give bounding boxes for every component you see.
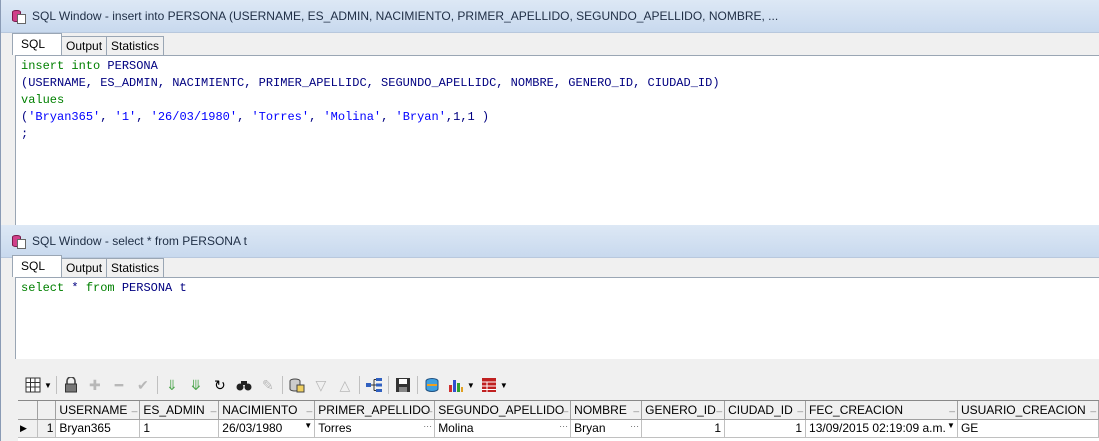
query-icon[interactable] [287, 375, 307, 395]
column-header-username[interactable]: USERNAME _ [55, 401, 141, 420]
toolbar-divider [55, 376, 57, 394]
window-titlebar[interactable]: SQL Window - select * from PERSONA t [1, 225, 1099, 258]
row-number: 1 [37, 419, 57, 438]
results-grid: USERNAME _ ES_ADMIN _ NACIMIENTO _ PRIMER_A… [18, 400, 1099, 441]
tab-sql[interactable]: SQL [12, 255, 63, 277]
grid-toolbar: ▼ ✚ ━ ✔ ⇓ ⤋ ↻ ✎ ▽ △ ▼ ▼ [15, 369, 1099, 401]
toolbar-divider [358, 376, 360, 394]
cell-es-admin[interactable]: 1 [139, 419, 220, 438]
add-icon[interactable]: ✚ [85, 375, 105, 395]
column-sort-handle: _ [797, 402, 804, 413]
clear-icon[interactable]: ✎ [258, 375, 278, 395]
column-sort-handle: _ [949, 402, 955, 413]
down-icon[interactable]: ⇓ [162, 375, 182, 395]
date-dropdown-icon[interactable]: ▼ [304, 421, 312, 430]
cell-nacimiento[interactable]: 26/03/1980 ▼ [218, 419, 316, 438]
column-sort-handle: _ [426, 402, 433, 413]
sql-window-icon [11, 234, 26, 249]
row-indicator-header [18, 401, 39, 420]
chevron-down-icon[interactable]: ▼ [500, 381, 508, 390]
code-line-2: (USERNAME, ES_ADMIN, NACIMIENTC, PRIMER_… [21, 76, 720, 90]
column-sort-handle: _ [716, 402, 723, 413]
column-sort-handle: _ [562, 402, 569, 413]
cell-usuario-creacion[interactable]: GE [957, 419, 1099, 438]
table-icon[interactable] [479, 375, 499, 395]
column-sort-handle: _ [633, 402, 640, 413]
table-row[interactable]: ▶ 1 Bryan365 1 26/03/1980 ▼ Torres ··· Mol… [18, 419, 1099, 438]
filter-icon[interactable]: ▽ [311, 375, 331, 395]
column-sort-handle: _ [1090, 402, 1096, 413]
toolbar-divider [281, 376, 283, 394]
current-row-indicator: ▶ [18, 419, 39, 438]
toolbar-divider [156, 376, 158, 394]
down-all-icon[interactable]: ⤋ [186, 375, 206, 395]
toolbar-divider [416, 376, 418, 394]
results-table: USERNAME _ ES_ADMIN _ NACIMIENTO _ PRIMER_A… [18, 401, 1099, 438]
cell-editor-ellipsis-icon[interactable]: ··· [559, 421, 568, 431]
code-line-4: ('Bryan365', '1', '26/03/1980', 'Torres'… [21, 110, 490, 124]
lock-icon[interactable] [61, 375, 81, 395]
tab-bar: SQL Output Statistics [12, 33, 165, 55]
toolbar-divider [387, 376, 389, 394]
column-header-segundo-apellido[interactable]: SEGUNDO_APELLIDO _ [434, 401, 572, 420]
row-number-header [37, 401, 57, 420]
cell-nombre[interactable]: Bryan ··· [570, 419, 643, 438]
tree-icon[interactable] [364, 375, 384, 395]
find-icon[interactable] [234, 375, 254, 395]
cell-segundo-apellido[interactable]: Molina ··· [434, 419, 572, 438]
sort-icon[interactable]: △ [335, 375, 355, 395]
refresh-icon[interactable]: ↻ [210, 375, 230, 395]
chart-icon[interactable] [446, 375, 466, 395]
column-header-es-admin[interactable]: ES_ADMIN _ [139, 401, 220, 420]
code-line-5: ; [21, 127, 29, 141]
sql-window-insert: SQL Window - insert into PERSONA (USERNA… [0, 0, 1099, 225]
cell-genero-id[interactable]: 1 [641, 419, 726, 438]
tab-statistics[interactable]: Statistics [106, 36, 165, 55]
code-line-1: insert into PERSONA [21, 59, 158, 73]
column-sort-handle: _ [131, 402, 138, 413]
tab-bar: SQL Output Statistics [12, 255, 165, 277]
grid-icon[interactable] [23, 375, 43, 395]
check-icon[interactable]: ✔ [133, 375, 153, 395]
column-header-nacimiento[interactable]: NACIMIENTO _ [218, 401, 316, 420]
date-dropdown-icon[interactable]: ▼ [947, 421, 955, 430]
sql-editor[interactable]: insert into PERSONA (USERNAME, ES_ADMIN, … [15, 55, 1099, 225]
column-header-genero-id[interactable]: GENERO_ID _ [641, 401, 726, 420]
cell-ciudad-id[interactable]: 1 [724, 419, 807, 438]
sql-window-icon [11, 9, 26, 24]
cell-username[interactable]: Bryan365 [55, 419, 141, 438]
column-sort-handle: _ [306, 402, 313, 413]
code-line-3: values [21, 93, 65, 107]
sql-editor[interactable]: select * from PERSONA t [15, 277, 1099, 359]
cell-primer-apellido[interactable]: Torres ··· [314, 419, 436, 438]
tab-output[interactable]: Output [61, 258, 108, 277]
header-row: USERNAME _ ES_ADMIN _ NACIMIENTO _ PRIMER_A… [18, 401, 1099, 420]
column-header-usuario-creacion[interactable]: USUARIO_CREACION _ [957, 401, 1099, 420]
cell-editor-ellipsis-icon[interactable]: ··· [630, 421, 639, 431]
window-title: SQL Window - select * from PERSONA t [32, 234, 247, 248]
export-icon[interactable] [422, 375, 442, 395]
window-title: SQL Window - insert into PERSONA (USERNA… [32, 9, 779, 23]
tab-output[interactable]: Output [61, 36, 108, 55]
column-header-primer-apellido[interactable]: PRIMER_APELLIDO _ [314, 401, 436, 420]
code-line-1: select * from PERSONA t [21, 281, 187, 295]
window-titlebar[interactable]: SQL Window - insert into PERSONA (USERNA… [1, 0, 1099, 33]
cell-fec-creacion[interactable]: 13/09/2015 02:19:09 a.m. ▼ [805, 419, 958, 438]
column-header-ciudad-id[interactable]: CIUDAD_ID _ [724, 401, 807, 420]
column-header-fec-creacion[interactable]: FEC_CREACION _ [805, 401, 958, 420]
chevron-down-icon[interactable]: ▼ [467, 381, 475, 390]
tab-statistics[interactable]: Statistics [106, 258, 165, 277]
remove-icon[interactable]: ━ [109, 375, 129, 395]
cell-editor-ellipsis-icon[interactable]: ··· [423, 421, 432, 431]
column-sort-handle: _ [210, 402, 217, 413]
save-icon[interactable] [393, 375, 413, 395]
tab-sql[interactable]: SQL [12, 33, 63, 55]
column-header-nombre[interactable]: NOMBRE _ [570, 401, 643, 420]
chevron-down-icon[interactable]: ▼ [44, 381, 52, 390]
